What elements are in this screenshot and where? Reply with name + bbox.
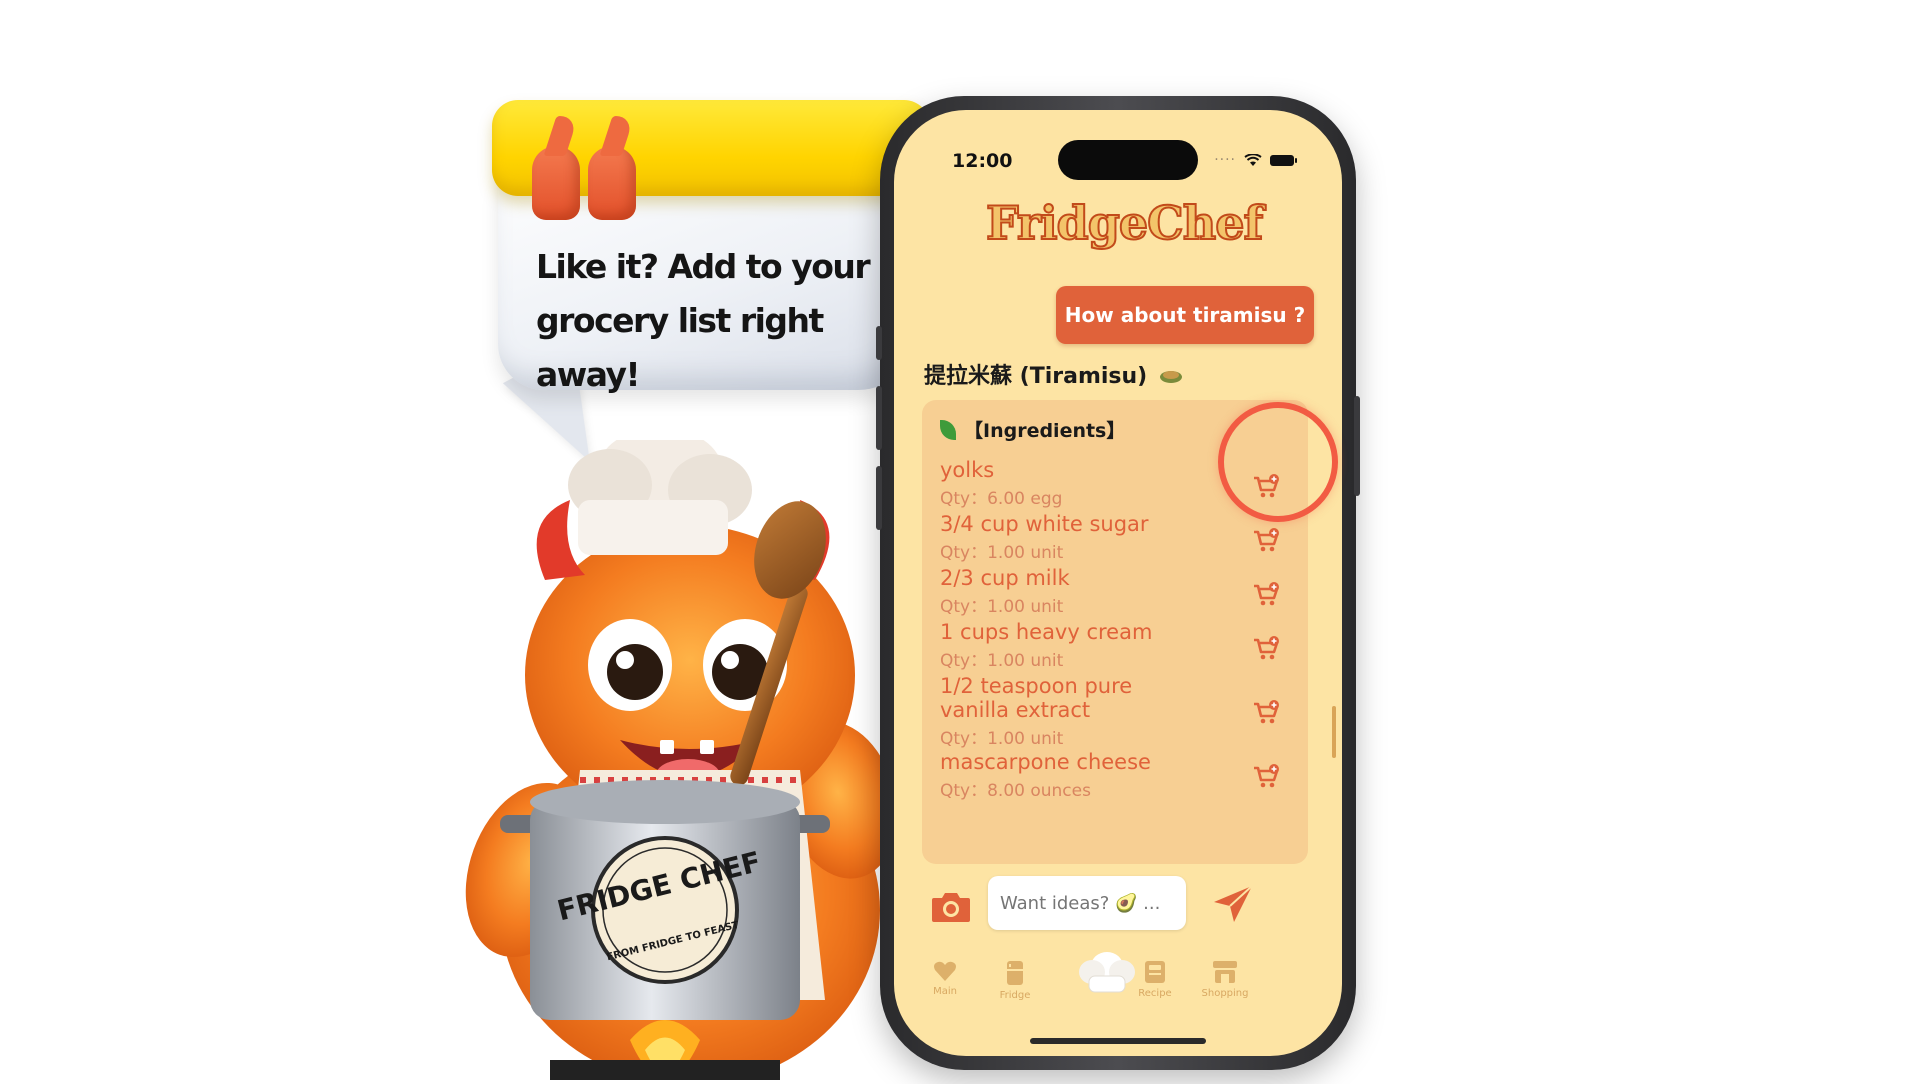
ingredient-name: 1 cups heavy cream — [940, 620, 1153, 644]
tab-label: Shopping — [1201, 988, 1249, 999]
tab-shopping[interactable]: Shopping — [1190, 960, 1260, 999]
camera-icon[interactable] — [930, 890, 972, 924]
scroll-indicator[interactable] — [1332, 706, 1336, 758]
phone-side-button — [876, 326, 882, 360]
tab-label: Fridge — [999, 990, 1031, 1001]
ingredients-heading-text: 【Ingredients】 — [964, 420, 1126, 442]
add-to-cart-icon[interactable] — [1252, 582, 1280, 608]
phone-power-button — [1354, 396, 1360, 496]
quote-mark-icon — [588, 146, 636, 220]
tab-label: Recipe — [1138, 988, 1172, 999]
fridge-icon — [1007, 961, 1023, 985]
ingredient-row: 1 cups heavy cream Qty：1.00 unit — [940, 620, 1280, 671]
tab-recipe[interactable]: Recipe — [1120, 960, 1190, 999]
ingredient-qty: Qty：1.00 unit — [940, 597, 1064, 617]
recipe-book-icon — [1145, 961, 1165, 983]
recipe-title: 提拉米蘇 (Tiramisu) — [924, 358, 1183, 390]
wifi-icon — [1244, 153, 1262, 166]
status-icons: ···· — [1214, 152, 1297, 168]
store-icon — [1213, 961, 1237, 983]
ingredient-name: mascarpone cheese — [940, 750, 1151, 774]
leaf-icon — [940, 420, 956, 440]
app-logo: FridgeChef — [985, 195, 1264, 251]
add-to-cart-icon[interactable] — [1252, 528, 1280, 554]
ingredient-name: 3/4 cup white sugar — [940, 512, 1149, 536]
send-icon[interactable] — [1212, 884, 1254, 924]
suggestion-button[interactable]: How about tiramisu ? — [1056, 286, 1314, 344]
add-to-cart-icon[interactable] — [1252, 764, 1280, 790]
promo-speech-bubble: Like it? Add to your grocery list right … — [492, 100, 932, 481]
ingredient-name: 1/2 teaspoon pure vanilla extract — [940, 674, 1133, 722]
ingredient-row: 2/3 cup milk Qty：1.00 unit — [940, 566, 1280, 617]
ingredient-row: 3/4 cup white sugar Qty：1.00 unit — [940, 512, 1280, 563]
signal-icon: ···· — [1214, 152, 1236, 168]
highlight-circle — [1218, 402, 1338, 522]
ingredients-heading: 【Ingredients】 — [940, 416, 1125, 443]
phone-volume-up — [876, 386, 882, 450]
home-indicator[interactable] — [1030, 1038, 1206, 1044]
add-to-cart-icon[interactable] — [1252, 700, 1280, 726]
recipe-title-text: 提拉米蘇 (Tiramisu) — [924, 364, 1148, 389]
ingredient-row: 1/2 teaspoon pure vanilla extract Qty：1.… — [940, 674, 1140, 749]
battery-icon — [1270, 154, 1297, 166]
promo-headline: Like it? Add to your grocery list right … — [536, 247, 871, 394]
ingredient-qty: Qty：1.00 unit — [940, 543, 1064, 563]
tab-label: Main — [933, 986, 957, 997]
ingredient-qty: Qty：1.00 unit — [940, 651, 1064, 671]
phone-volume-down — [876, 466, 882, 530]
ingredient-qty: Qty：1.00 unit — [940, 729, 1064, 749]
ingredient-row: mascarpone cheese Qty：8.00 ounces — [940, 750, 1280, 801]
ingredient-name: 2/3 cup milk — [940, 566, 1070, 590]
app-screen: 12:00 ···· FridgeChef How about tiramisu… — [894, 110, 1342, 1056]
tab-main[interactable]: Main — [910, 960, 980, 997]
add-to-cart-icon[interactable] — [1252, 636, 1280, 662]
ingredient-qty: Qty：8.00 ounces — [940, 781, 1091, 801]
quote-mark-icon — [532, 146, 580, 220]
phone-frame: 12:00 ···· FridgeChef How about tiramisu… — [876, 96, 1360, 1070]
dish-icon — [1159, 371, 1182, 383]
heart-icon — [934, 961, 956, 981]
status-time: 12:00 — [952, 150, 1013, 172]
tab-bar: Main Fridge Recipe Shopping — [894, 952, 1342, 1030]
chat-input[interactable] — [988, 876, 1186, 930]
tab-fridge[interactable]: Fridge — [980, 960, 1050, 1001]
status-bar: 12:00 ···· — [894, 110, 1342, 180]
dynamic-island — [1058, 140, 1198, 180]
